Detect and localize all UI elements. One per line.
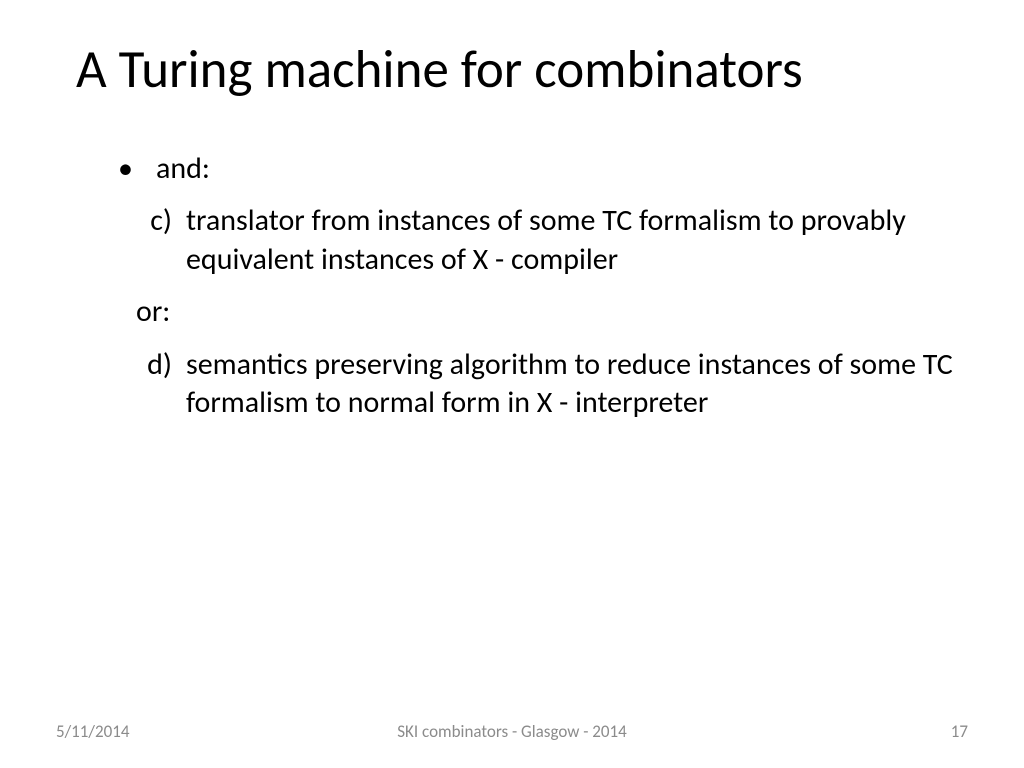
- bullet-and: • and:: [70, 150, 954, 188]
- bullet-and-text: and:: [156, 150, 210, 187]
- list-item-d-marker: d): [136, 346, 172, 384]
- list-item-c-marker: c): [136, 202, 172, 240]
- slide-footer: 5/11/2014 SKI combinators - Glasgow - 20…: [0, 721, 1024, 742]
- list-item-c-text: translator from instances of some TC for…: [186, 202, 906, 277]
- or-label: or:: [70, 293, 954, 331]
- list-item-d-text: semantics preserving algorithm to reduce…: [186, 346, 953, 421]
- footer-center: SKI combinators - Glasgow - 2014: [0, 721, 1024, 742]
- bullet-dot-icon: •: [118, 150, 133, 188]
- slide: A Turing machine for combinators • and: …: [0, 0, 1024, 768]
- list-item-d: d) semantics preserving algorithm to red…: [70, 346, 954, 423]
- slide-body: • and: c) translator from instances of s…: [70, 150, 954, 422]
- slide-title: A Turing machine for combinators: [76, 38, 954, 102]
- list-item-c: c) translator from instances of some TC …: [70, 202, 954, 279]
